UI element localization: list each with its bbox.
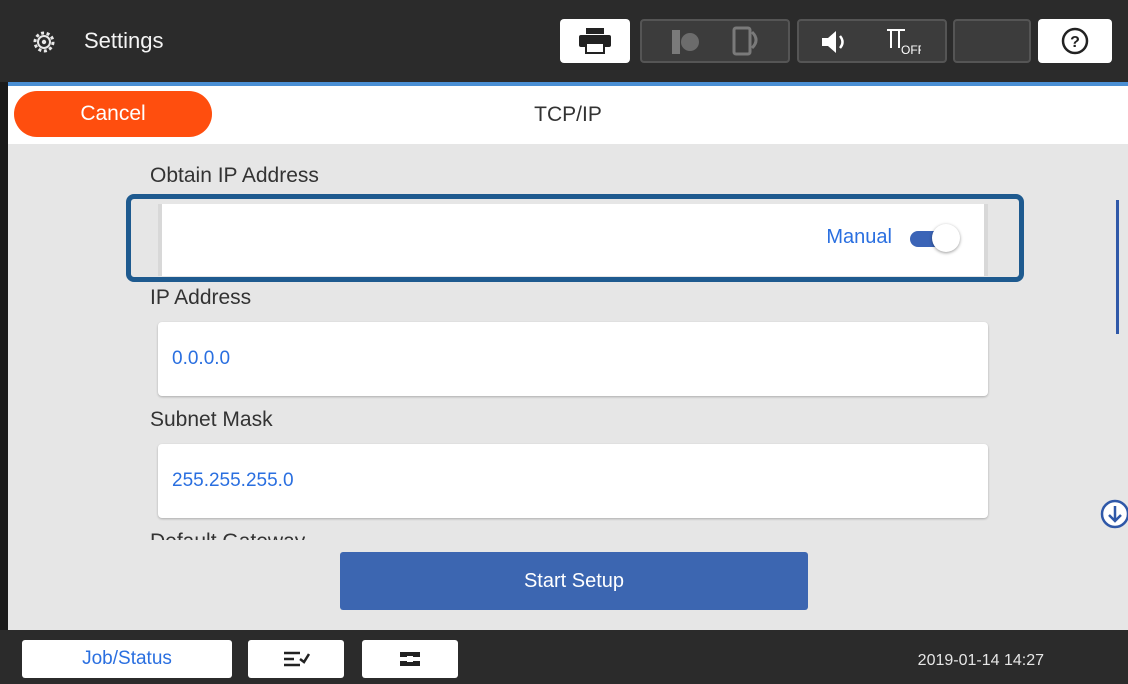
start-setup-button[interactable]: Start Setup <box>340 552 808 610</box>
network-status-button[interactable] <box>640 19 790 63</box>
printer-button[interactable] <box>560 19 630 63</box>
subnet-mask-label: Subnet Mask <box>150 408 273 431</box>
wifi-direct-icon <box>732 26 758 56</box>
svg-text:OFF: OFF <box>901 43 921 56</box>
bottom-bar: Job/Status 2019-01-14 14:27 <box>0 630 1128 684</box>
settings-panel: Obtain IP Address Manual IP Address 0.0.… <box>8 144 1128 630</box>
ip-address-field[interactable]: 0.0.0.0 <box>158 322 988 396</box>
subnet-mask-value: 255.255.255.0 <box>172 470 294 491</box>
sound-icon <box>822 31 844 53</box>
help-icon: ? <box>1061 27 1089 55</box>
subnet-mask-field[interactable]: 255.255.255.0 <box>158 444 988 518</box>
datetime: 2019-01-14 14:27 <box>917 652 1044 669</box>
svg-text:?: ? <box>1070 34 1080 51</box>
page-header: TCP/IP Cancel <box>8 82 1128 144</box>
tray-button[interactable] <box>362 640 458 678</box>
top-status-bar: Settings OFF <box>0 0 1128 82</box>
help-button[interactable]: ? <box>1038 19 1112 63</box>
obtain-ip-label: Obtain IP Address <box>150 164 319 187</box>
eco-off-icon: OFF <box>887 29 921 56</box>
default-gateway-label: Default Gateway <box>150 530 305 540</box>
ink-icon <box>672 30 699 54</box>
stop-button[interactable] <box>248 640 344 678</box>
focus-highlight <box>126 194 1024 282</box>
arrow-down-icon[interactable] <box>1099 498 1128 530</box>
job-status-button[interactable]: Job/Status <box>22 640 232 678</box>
sound-eco-button[interactable]: OFF <box>797 19 947 63</box>
tray-icon <box>400 652 420 666</box>
ip-address-label: IP Address <box>150 286 252 309</box>
cancel-button[interactable]: Cancel <box>14 91 212 137</box>
ip-address-value: 0.0.0.0 <box>172 348 231 369</box>
stop-icon <box>284 651 310 667</box>
gear-icon[interactable] <box>30 28 58 56</box>
sleep-icon <box>988 31 999 53</box>
sleep-button[interactable] <box>953 19 1031 63</box>
printer-icon <box>579 28 611 54</box>
scrollbar[interactable] <box>1116 200 1119 334</box>
app-title: Settings <box>84 28 164 53</box>
